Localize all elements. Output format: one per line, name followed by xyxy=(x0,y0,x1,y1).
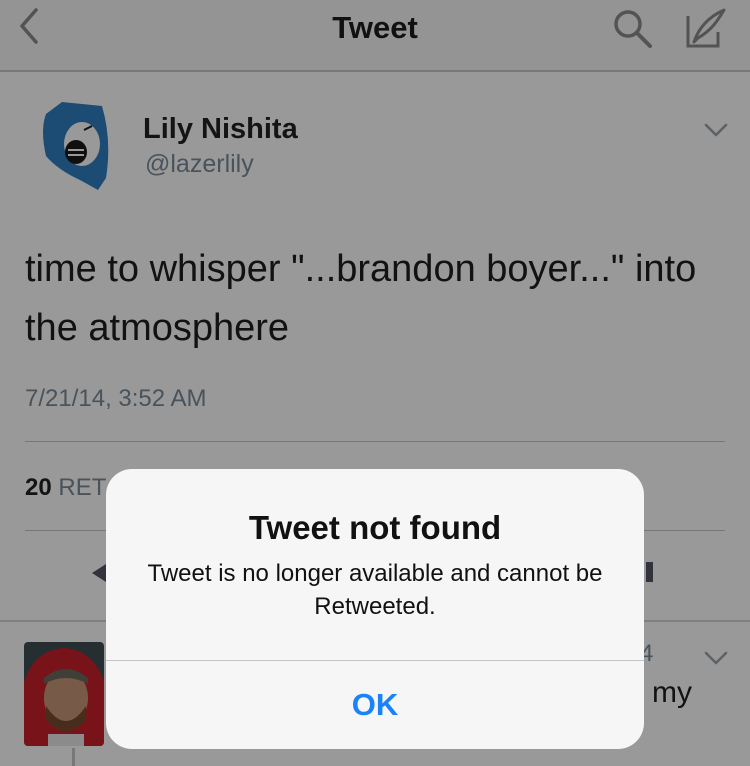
alert-dialog: Tweet not found Tweet is no longer avail… xyxy=(106,469,644,749)
ok-button[interactable]: OK xyxy=(106,661,644,749)
alert-message: Tweet is no longer available and cannot … xyxy=(147,560,603,620)
alert-title: Tweet not found xyxy=(248,509,502,546)
